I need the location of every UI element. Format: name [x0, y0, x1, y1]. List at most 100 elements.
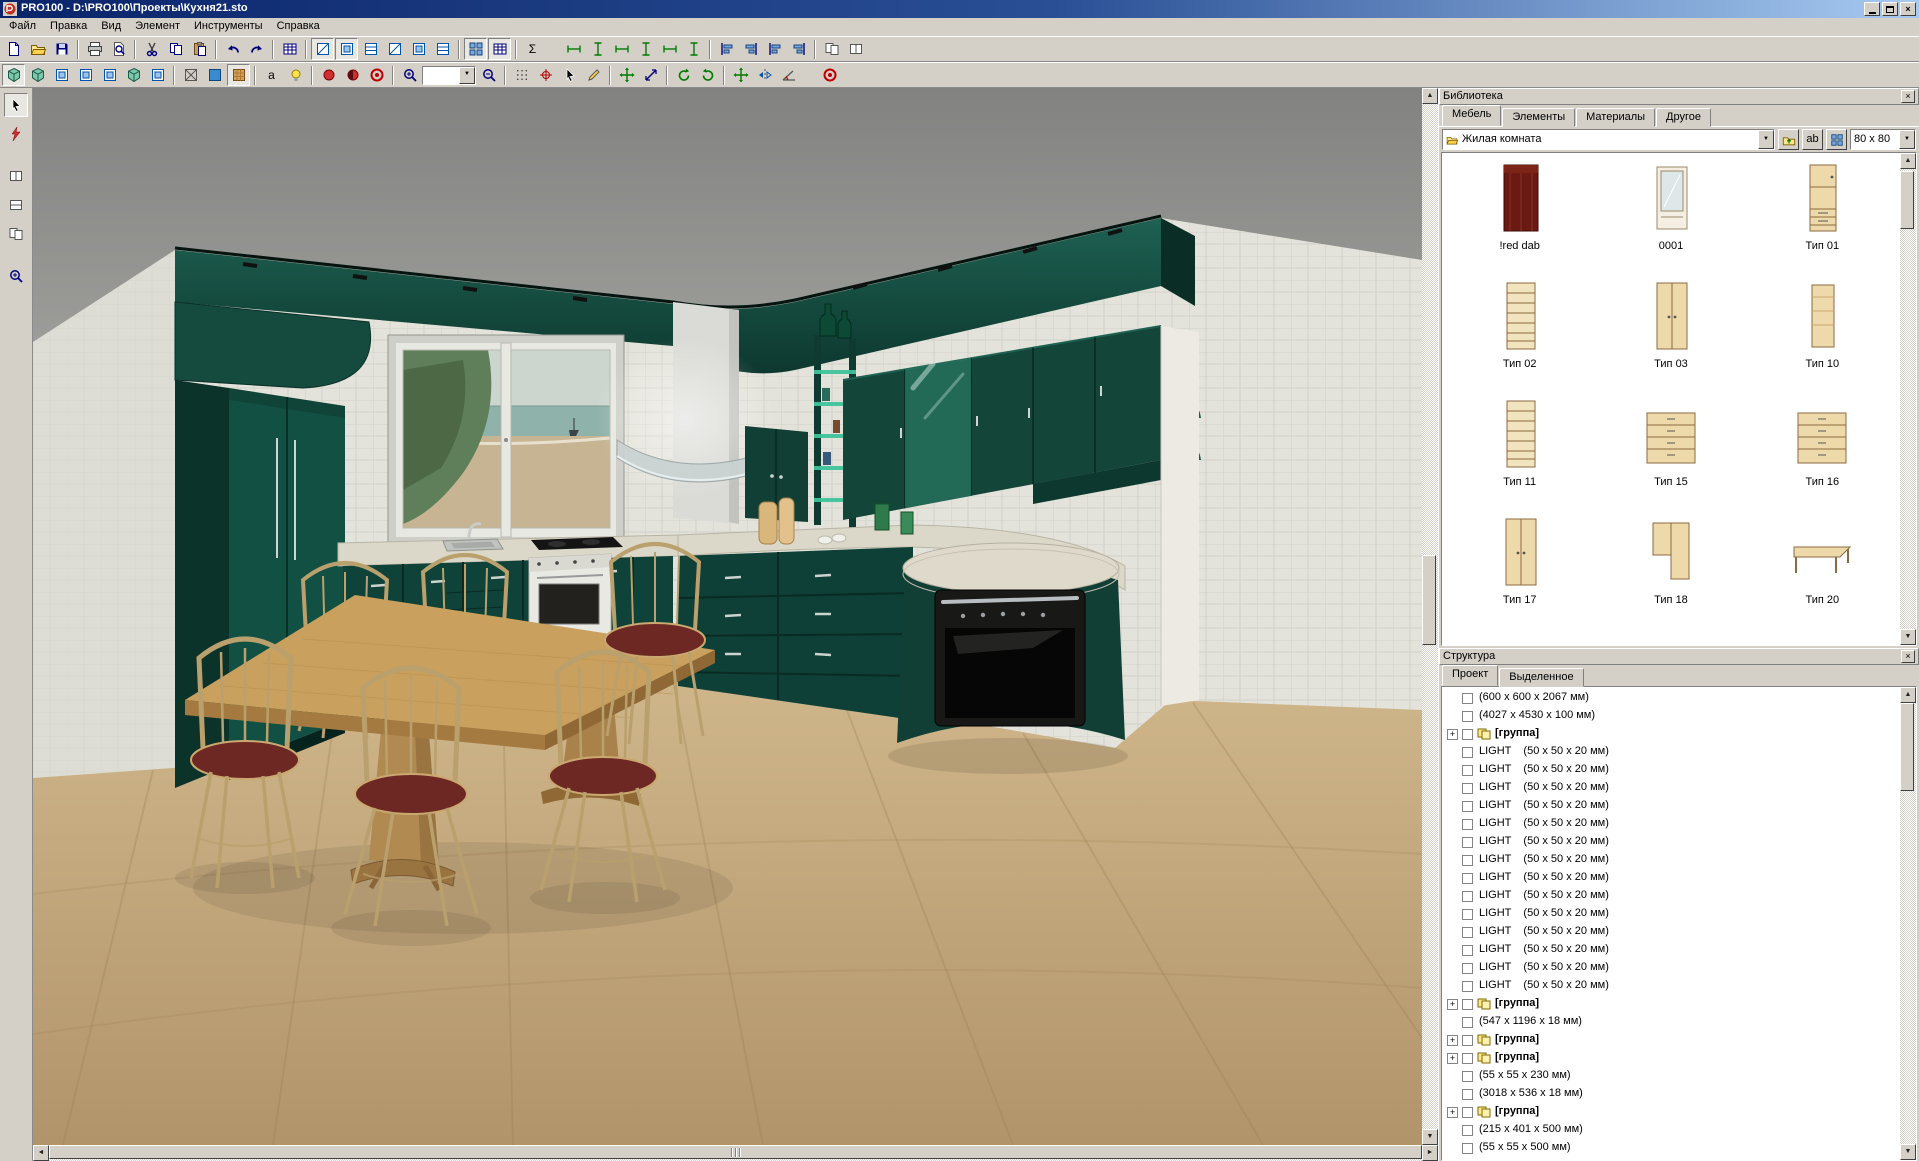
item-checkbox[interactable]	[1462, 1107, 1473, 1118]
print-preview-button[interactable]	[107, 38, 130, 60]
size-dropdown-button[interactable]: ▼	[1899, 130, 1915, 149]
group-elements-button[interactable]	[820, 38, 843, 60]
zoom-out-button[interactable]	[477, 64, 500, 86]
align-right-button[interactable]	[739, 38, 762, 60]
expand-toggle[interactable]: +	[1447, 1053, 1458, 1064]
expand-toggle[interactable]: +	[1447, 1035, 1458, 1046]
scrollbar-thumb[interactable]	[1900, 171, 1914, 229]
maximize-button[interactable]	[1882, 2, 1898, 16]
structure-item[interactable]: LIGHT (50 x 50 x 20 мм)	[1447, 923, 1900, 941]
item-checkbox[interactable]	[1462, 837, 1473, 848]
scrollbar-thumb[interactable]	[1422, 555, 1436, 645]
show-library-panel-toggle[interactable]	[464, 38, 487, 60]
structure-item[interactable]: LIGHT (50 x 50 x 20 мм)	[1447, 815, 1900, 833]
report-button[interactable]	[278, 38, 301, 60]
scroll-up-button[interactable]: ▲	[1422, 88, 1438, 104]
viewport-hscrollbar[interactable]: ◄ ►	[33, 1145, 1438, 1161]
structure-close-button[interactable]: ×	[1901, 650, 1915, 663]
ungroup-elements-button[interactable]	[844, 38, 867, 60]
item-checkbox[interactable]	[1462, 873, 1473, 884]
split-vertical-button[interactable]	[4, 193, 28, 217]
view-side-button[interactable]	[98, 64, 121, 86]
structure-item[interactable]: (600 x 600 x 2067 мм)	[1447, 689, 1900, 707]
select-cursor-button[interactable]	[558, 64, 581, 86]
save-button[interactable]	[50, 38, 73, 60]
structure-item[interactable]: LIGHT (50 x 50 x 20 мм)	[1447, 851, 1900, 869]
library-item[interactable]: Тип 16	[1747, 395, 1898, 513]
render-shaded-button[interactable]	[341, 64, 364, 86]
tab-elements[interactable]: Элементы	[1502, 108, 1575, 127]
library-item[interactable]: Тип 10	[1747, 277, 1898, 395]
structure-item[interactable]: LIGHT (50 x 50 x 20 мм)	[1447, 887, 1900, 905]
scroll-right-button[interactable]: ►	[1422, 1145, 1438, 1161]
scroll-down-button[interactable]: ▼	[1900, 629, 1916, 645]
select-tool-button[interactable]	[4, 93, 28, 117]
view-front-button[interactable]	[74, 64, 97, 86]
dim-width-button[interactable]	[562, 38, 585, 60]
show-selection-frame-toggle[interactable]	[311, 38, 334, 60]
tab-materials[interactable]: Материалы	[1576, 108, 1655, 127]
item-checkbox[interactable]	[1462, 747, 1473, 758]
redo-button[interactable]	[245, 38, 268, 60]
structure-panel-header[interactable]: Структура ×	[1439, 648, 1919, 665]
item-checkbox[interactable]	[1462, 1089, 1473, 1100]
menu-edit[interactable]: Правка	[43, 18, 94, 35]
structure-item[interactable]: LIGHT (50 x 50 x 20 мм)	[1447, 959, 1900, 977]
view-corner-button[interactable]	[122, 64, 145, 86]
center-view-button[interactable]	[534, 64, 557, 86]
folder-dropdown-button[interactable]: ▼	[1758, 130, 1774, 149]
library-item[interactable]: !red dab	[1444, 159, 1595, 277]
view-walkthrough-button[interactable]	[146, 64, 169, 86]
item-checkbox[interactable]	[1462, 945, 1473, 956]
menu-help[interactable]: Справка	[270, 18, 327, 35]
structure-item[interactable]: LIGHT (50 x 50 x 20 мм)	[1447, 905, 1900, 923]
minimize-button[interactable]	[1864, 2, 1880, 16]
item-checkbox[interactable]	[1462, 783, 1473, 794]
render-final-button[interactable]	[818, 64, 841, 86]
structure-group[interactable]: +[группа]	[1447, 725, 1900, 743]
menu-view[interactable]: Вид	[94, 18, 128, 35]
structure-item[interactable]: (55 x 55 x 230 мм)	[1447, 1067, 1900, 1085]
print-button[interactable]	[83, 38, 106, 60]
split-horizontal-button[interactable]	[4, 164, 28, 188]
structure-item[interactable]: LIGHT (50 x 50 x 20 мм)	[1447, 761, 1900, 779]
structure-group[interactable]: +[группа]	[1447, 1049, 1900, 1067]
library-item[interactable]: Тип 17	[1444, 513, 1595, 631]
undo-button[interactable]	[221, 38, 244, 60]
open-file-button[interactable]	[26, 38, 49, 60]
show-lights-toggle[interactable]	[431, 38, 454, 60]
align-top-button[interactable]	[763, 38, 786, 60]
menu-element[interactable]: Элемент	[128, 18, 187, 35]
item-checkbox[interactable]	[1462, 999, 1473, 1010]
zoom-dropdown-button[interactable]: ▼	[459, 67, 475, 84]
show-names-toggle[interactable]	[407, 38, 430, 60]
texture-mode-button[interactable]	[227, 64, 250, 86]
wireframe-mode-button[interactable]	[179, 64, 202, 86]
show-edges-toggle[interactable]	[383, 38, 406, 60]
view-axonometric-button[interactable]	[26, 64, 49, 86]
item-checkbox[interactable]	[1462, 927, 1473, 938]
expand-toggle[interactable]: +	[1447, 729, 1458, 740]
rotate-ccw-button[interactable]	[696, 64, 719, 86]
copy-button[interactable]	[164, 38, 187, 60]
scrollbar-thumb[interactable]	[49, 1145, 1422, 1159]
new-file-button[interactable]	[2, 38, 25, 60]
color-mode-button[interactable]	[203, 64, 226, 86]
window[interactable]	[382, 335, 630, 554]
mirror-element-button[interactable]	[753, 64, 776, 86]
pos-y-button[interactable]	[658, 38, 681, 60]
structure-item[interactable]: LIGHT (50 x 50 x 20 мм)	[1447, 977, 1900, 995]
item-checkbox[interactable]	[1462, 1053, 1473, 1064]
item-checkbox[interactable]	[1462, 711, 1473, 722]
scroll-up-button[interactable]: ▲	[1900, 153, 1916, 169]
folder-up-button[interactable]	[1778, 129, 1799, 150]
structure-item[interactable]: (547 x 1196 x 18 мм)	[1447, 1013, 1900, 1031]
structure-item[interactable]: (4027 x 4530 x 100 мм)	[1447, 707, 1900, 725]
move-element-button[interactable]	[615, 64, 638, 86]
show-dimensions-toggle[interactable]	[359, 38, 382, 60]
expand-toggle[interactable]: +	[1447, 999, 1458, 1010]
measure-angle-button[interactable]	[777, 64, 800, 86]
library-item[interactable]: Тип 18	[1595, 513, 1746, 631]
structure-scrollbar[interactable]: ▲ ▼	[1900, 687, 1916, 1160]
pos-z-button[interactable]	[682, 38, 705, 60]
